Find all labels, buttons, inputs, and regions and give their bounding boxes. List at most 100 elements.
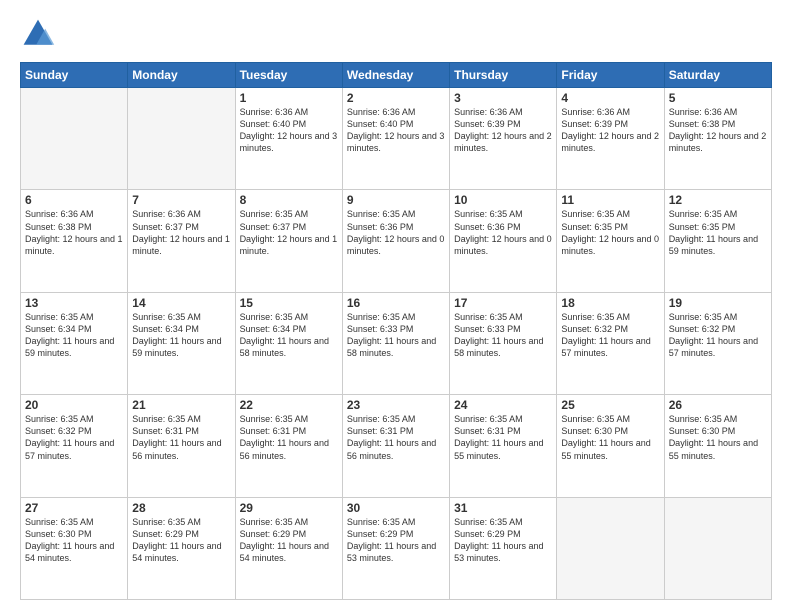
- day-cell-4: 3Sunrise: 6:36 AMSunset: 6:39 PMDaylight…: [450, 88, 557, 190]
- weekday-header-sunday: Sunday: [21, 63, 128, 88]
- day-cell-7: 6Sunrise: 6:36 AMSunset: 6:38 PMDaylight…: [21, 190, 128, 292]
- day-number: 31: [454, 501, 552, 515]
- day-info: Sunrise: 6:35 AMSunset: 6:33 PMDaylight:…: [454, 311, 552, 360]
- day-number: 1: [240, 91, 338, 105]
- day-info: Sunrise: 6:36 AMSunset: 6:40 PMDaylight:…: [240, 106, 338, 155]
- day-info: Sunrise: 6:35 AMSunset: 6:30 PMDaylight:…: [561, 413, 659, 462]
- day-cell-27: 26Sunrise: 6:35 AMSunset: 6:30 PMDayligh…: [664, 395, 771, 497]
- day-number: 27: [25, 501, 123, 515]
- weekday-header-monday: Monday: [128, 63, 235, 88]
- day-info: Sunrise: 6:35 AMSunset: 6:29 PMDaylight:…: [240, 516, 338, 565]
- day-cell-17: 16Sunrise: 6:35 AMSunset: 6:33 PMDayligh…: [342, 292, 449, 394]
- day-cell-21: 20Sunrise: 6:35 AMSunset: 6:32 PMDayligh…: [21, 395, 128, 497]
- day-cell-2: 1Sunrise: 6:36 AMSunset: 6:40 PMDaylight…: [235, 88, 342, 190]
- day-number: 21: [132, 398, 230, 412]
- day-cell-19: 18Sunrise: 6:35 AMSunset: 6:32 PMDayligh…: [557, 292, 664, 394]
- day-info: Sunrise: 6:35 AMSunset: 6:31 PMDaylight:…: [132, 413, 230, 462]
- day-number: 23: [347, 398, 445, 412]
- week-row-3: 13Sunrise: 6:35 AMSunset: 6:34 PMDayligh…: [21, 292, 772, 394]
- weekday-header-saturday: Saturday: [664, 63, 771, 88]
- day-number: 2: [347, 91, 445, 105]
- day-info: Sunrise: 6:35 AMSunset: 6:34 PMDaylight:…: [240, 311, 338, 360]
- logo-icon: [20, 16, 56, 52]
- day-cell-22: 21Sunrise: 6:35 AMSunset: 6:31 PMDayligh…: [128, 395, 235, 497]
- day-info: Sunrise: 6:36 AMSunset: 6:37 PMDaylight:…: [132, 208, 230, 257]
- week-row-4: 20Sunrise: 6:35 AMSunset: 6:32 PMDayligh…: [21, 395, 772, 497]
- day-cell-15: 14Sunrise: 6:35 AMSunset: 6:34 PMDayligh…: [128, 292, 235, 394]
- day-info: Sunrise: 6:35 AMSunset: 6:36 PMDaylight:…: [454, 208, 552, 257]
- day-info: Sunrise: 6:35 AMSunset: 6:37 PMDaylight:…: [240, 208, 338, 257]
- day-cell-3: 2Sunrise: 6:36 AMSunset: 6:40 PMDaylight…: [342, 88, 449, 190]
- day-info: Sunrise: 6:35 AMSunset: 6:33 PMDaylight:…: [347, 311, 445, 360]
- day-number: 26: [669, 398, 767, 412]
- day-cell-33: [557, 497, 664, 599]
- day-cell-23: 22Sunrise: 6:35 AMSunset: 6:31 PMDayligh…: [235, 395, 342, 497]
- day-cell-12: 11Sunrise: 6:35 AMSunset: 6:35 PMDayligh…: [557, 190, 664, 292]
- day-cell-24: 23Sunrise: 6:35 AMSunset: 6:31 PMDayligh…: [342, 395, 449, 497]
- day-cell-14: 13Sunrise: 6:35 AMSunset: 6:34 PMDayligh…: [21, 292, 128, 394]
- day-info: Sunrise: 6:36 AMSunset: 6:40 PMDaylight:…: [347, 106, 445, 155]
- day-number: 5: [669, 91, 767, 105]
- weekday-header-row: SundayMondayTuesdayWednesdayThursdayFrid…: [21, 63, 772, 88]
- day-cell-25: 24Sunrise: 6:35 AMSunset: 6:31 PMDayligh…: [450, 395, 557, 497]
- day-cell-13: 12Sunrise: 6:35 AMSunset: 6:35 PMDayligh…: [664, 190, 771, 292]
- weekday-header-thursday: Thursday: [450, 63, 557, 88]
- day-info: Sunrise: 6:36 AMSunset: 6:39 PMDaylight:…: [454, 106, 552, 155]
- day-info: Sunrise: 6:35 AMSunset: 6:31 PMDaylight:…: [347, 413, 445, 462]
- calendar-table: SundayMondayTuesdayWednesdayThursdayFrid…: [20, 62, 772, 600]
- day-info: Sunrise: 6:35 AMSunset: 6:34 PMDaylight:…: [25, 311, 123, 360]
- day-info: Sunrise: 6:35 AMSunset: 6:29 PMDaylight:…: [347, 516, 445, 565]
- day-number: 11: [561, 193, 659, 207]
- day-number: 13: [25, 296, 123, 310]
- day-cell-0: [21, 88, 128, 190]
- weekday-header-friday: Friday: [557, 63, 664, 88]
- day-number: 25: [561, 398, 659, 412]
- day-cell-6: 5Sunrise: 6:36 AMSunset: 6:38 PMDaylight…: [664, 88, 771, 190]
- week-row-5: 27Sunrise: 6:35 AMSunset: 6:30 PMDayligh…: [21, 497, 772, 599]
- day-number: 29: [240, 501, 338, 515]
- week-row-1: 1Sunrise: 6:36 AMSunset: 6:40 PMDaylight…: [21, 88, 772, 190]
- day-number: 12: [669, 193, 767, 207]
- day-cell-34: [664, 497, 771, 599]
- day-number: 28: [132, 501, 230, 515]
- day-cell-26: 25Sunrise: 6:35 AMSunset: 6:30 PMDayligh…: [557, 395, 664, 497]
- day-number: 15: [240, 296, 338, 310]
- day-number: 22: [240, 398, 338, 412]
- day-info: Sunrise: 6:35 AMSunset: 6:34 PMDaylight:…: [132, 311, 230, 360]
- day-number: 7: [132, 193, 230, 207]
- day-cell-16: 15Sunrise: 6:35 AMSunset: 6:34 PMDayligh…: [235, 292, 342, 394]
- logo: [20, 16, 60, 52]
- day-number: 16: [347, 296, 445, 310]
- day-cell-20: 19Sunrise: 6:35 AMSunset: 6:32 PMDayligh…: [664, 292, 771, 394]
- day-info: Sunrise: 6:35 AMSunset: 6:31 PMDaylight:…: [240, 413, 338, 462]
- day-number: 3: [454, 91, 552, 105]
- day-number: 17: [454, 296, 552, 310]
- day-number: 6: [25, 193, 123, 207]
- day-cell-1: [128, 88, 235, 190]
- day-info: Sunrise: 6:36 AMSunset: 6:38 PMDaylight:…: [25, 208, 123, 257]
- day-info: Sunrise: 6:35 AMSunset: 6:32 PMDaylight:…: [561, 311, 659, 360]
- week-row-2: 6Sunrise: 6:36 AMSunset: 6:38 PMDaylight…: [21, 190, 772, 292]
- day-number: 19: [669, 296, 767, 310]
- day-number: 10: [454, 193, 552, 207]
- day-number: 9: [347, 193, 445, 207]
- day-number: 4: [561, 91, 659, 105]
- header: [20, 16, 772, 52]
- day-number: 14: [132, 296, 230, 310]
- day-info: Sunrise: 6:35 AMSunset: 6:29 PMDaylight:…: [454, 516, 552, 565]
- day-cell-28: 27Sunrise: 6:35 AMSunset: 6:30 PMDayligh…: [21, 497, 128, 599]
- day-number: 8: [240, 193, 338, 207]
- day-cell-31: 30Sunrise: 6:35 AMSunset: 6:29 PMDayligh…: [342, 497, 449, 599]
- day-cell-5: 4Sunrise: 6:36 AMSunset: 6:39 PMDaylight…: [557, 88, 664, 190]
- day-cell-9: 8Sunrise: 6:35 AMSunset: 6:37 PMDaylight…: [235, 190, 342, 292]
- day-cell-18: 17Sunrise: 6:35 AMSunset: 6:33 PMDayligh…: [450, 292, 557, 394]
- day-number: 24: [454, 398, 552, 412]
- day-info: Sunrise: 6:35 AMSunset: 6:29 PMDaylight:…: [132, 516, 230, 565]
- day-info: Sunrise: 6:35 AMSunset: 6:30 PMDaylight:…: [25, 516, 123, 565]
- day-info: Sunrise: 6:35 AMSunset: 6:32 PMDaylight:…: [25, 413, 123, 462]
- day-cell-32: 31Sunrise: 6:35 AMSunset: 6:29 PMDayligh…: [450, 497, 557, 599]
- day-info: Sunrise: 6:35 AMSunset: 6:31 PMDaylight:…: [454, 413, 552, 462]
- day-info: Sunrise: 6:35 AMSunset: 6:32 PMDaylight:…: [669, 311, 767, 360]
- day-info: Sunrise: 6:35 AMSunset: 6:35 PMDaylight:…: [561, 208, 659, 257]
- weekday-header-tuesday: Tuesday: [235, 63, 342, 88]
